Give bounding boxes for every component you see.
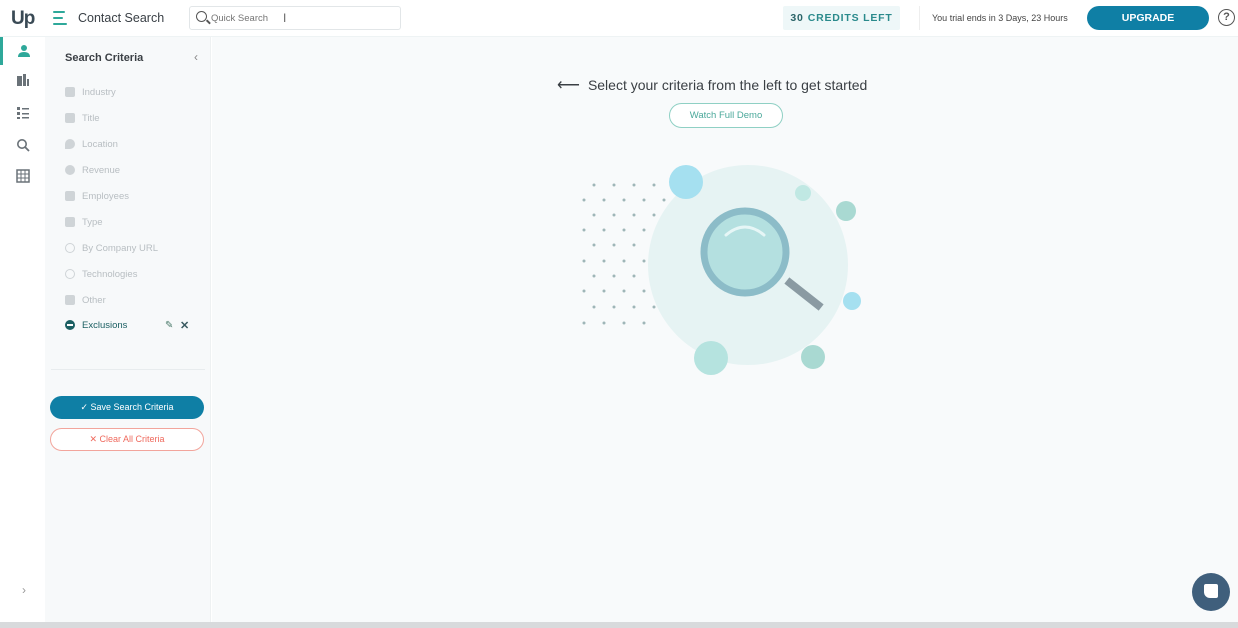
watch-demo-button[interactable]: Watch Full Demo [669,103,783,128]
credits-count: 30 [790,12,804,24]
expand-rail-icon[interactable]: › [22,583,26,597]
chat-widget-icon[interactable] [1192,573,1230,611]
rail-contacts[interactable] [0,37,45,65]
criteria-technologies[interactable]: Technologies [65,265,205,283]
remove-icon[interactable]: ✕ [180,319,189,332]
search-illustration [582,165,861,375]
panel-title: Search Criteria [65,52,144,64]
dollar-icon [65,165,75,175]
bubble [843,292,861,310]
rail-companies[interactable] [0,66,45,94]
upgrade-button[interactable]: UPGRADE [1087,6,1209,30]
bubble [795,185,811,201]
divider [919,6,920,30]
search-icon [16,139,30,152]
search-icon [196,11,207,22]
credits-label: CREDITS LEFT [807,12,893,24]
criteria-label: Employees [82,190,129,202]
bubble [836,201,856,221]
rail-table[interactable] [0,162,45,190]
criteria-location[interactable]: Location [65,135,205,153]
rail-lists[interactable] [0,99,45,127]
criteria-label: Revenue [82,164,121,176]
list-icon [16,107,29,119]
icon-rail: › [0,37,45,628]
bubble [801,345,825,369]
text-cursor-icon: I [283,11,287,25]
bottom-bar [0,622,1238,628]
page-title: Contact Search [78,11,165,25]
top-bar: Up Contact Search I 30 CREDITS LEFT You … [0,0,1238,37]
criteria-label: Type [82,216,103,228]
bubble [669,165,703,199]
criteria-label: Title [82,112,100,124]
collapse-panel-icon[interactable]: ‹ [194,50,198,64]
link-icon [65,243,75,253]
person-icon [18,45,30,57]
criteria-type[interactable]: Type [65,213,205,231]
criteria-label: By Company URL [82,242,159,254]
criteria-industry[interactable]: Industry [65,83,205,101]
building-icon [16,74,29,86]
main-content: ⟵ Select your criteria from the left to g… [212,37,1238,622]
briefcase-icon [65,113,75,123]
criteria-other[interactable]: Other [65,291,205,309]
criteria-revenue[interactable]: Revenue [65,161,205,179]
criteria-label: Other [82,294,106,306]
criteria-label: Industry [82,86,116,98]
location-pin-icon [65,139,75,149]
rail-search[interactable] [0,131,45,159]
divider [51,369,205,370]
criteria-exclusions[interactable]: Exclusions ✎ ✕ [65,316,205,334]
building-icon [65,87,75,97]
criteria-label: Technologies [82,268,138,280]
criteria-title[interactable]: Title [65,109,205,127]
criteria-company-url[interactable]: By Company URL [65,239,205,257]
credits-badge: 30 CREDITS LEFT [783,6,900,30]
app-logo[interactable]: Up [11,8,35,30]
prompt-text: Select your criteria from the left to ge… [587,77,868,93]
save-search-criteria-button[interactable]: ✓ Save Search Criteria [50,396,204,419]
minus-circle-icon [65,320,75,330]
gear-icon [65,269,75,279]
criteria-label: Exclusions [82,319,128,331]
people-icon [65,191,75,201]
factory-icon [65,217,75,227]
quick-search[interactable] [189,6,401,30]
table-icon [15,169,30,183]
grid-icon [65,295,75,305]
criteria-label: Location [82,138,118,150]
bubble [694,341,728,375]
empty-state-prompt: ⟵ Select your criteria from the left to g… [557,75,867,95]
help-icon[interactable]: ? [1218,9,1235,26]
clear-all-criteria-button[interactable]: ✕ Clear All Criteria [50,428,204,451]
trial-status: You trial ends in 3 Days, 23 Hours [932,13,1068,23]
menu-icon[interactable] [53,11,69,25]
edit-icon[interactable]: ✎ [165,320,173,331]
arrow-left-icon: ⟵ [557,77,580,94]
search-criteria-panel: Search Criteria ‹ Industry Title Locatio… [45,37,211,622]
quick-search-input[interactable] [211,10,391,26]
criteria-employees[interactable]: Employees [65,187,205,205]
